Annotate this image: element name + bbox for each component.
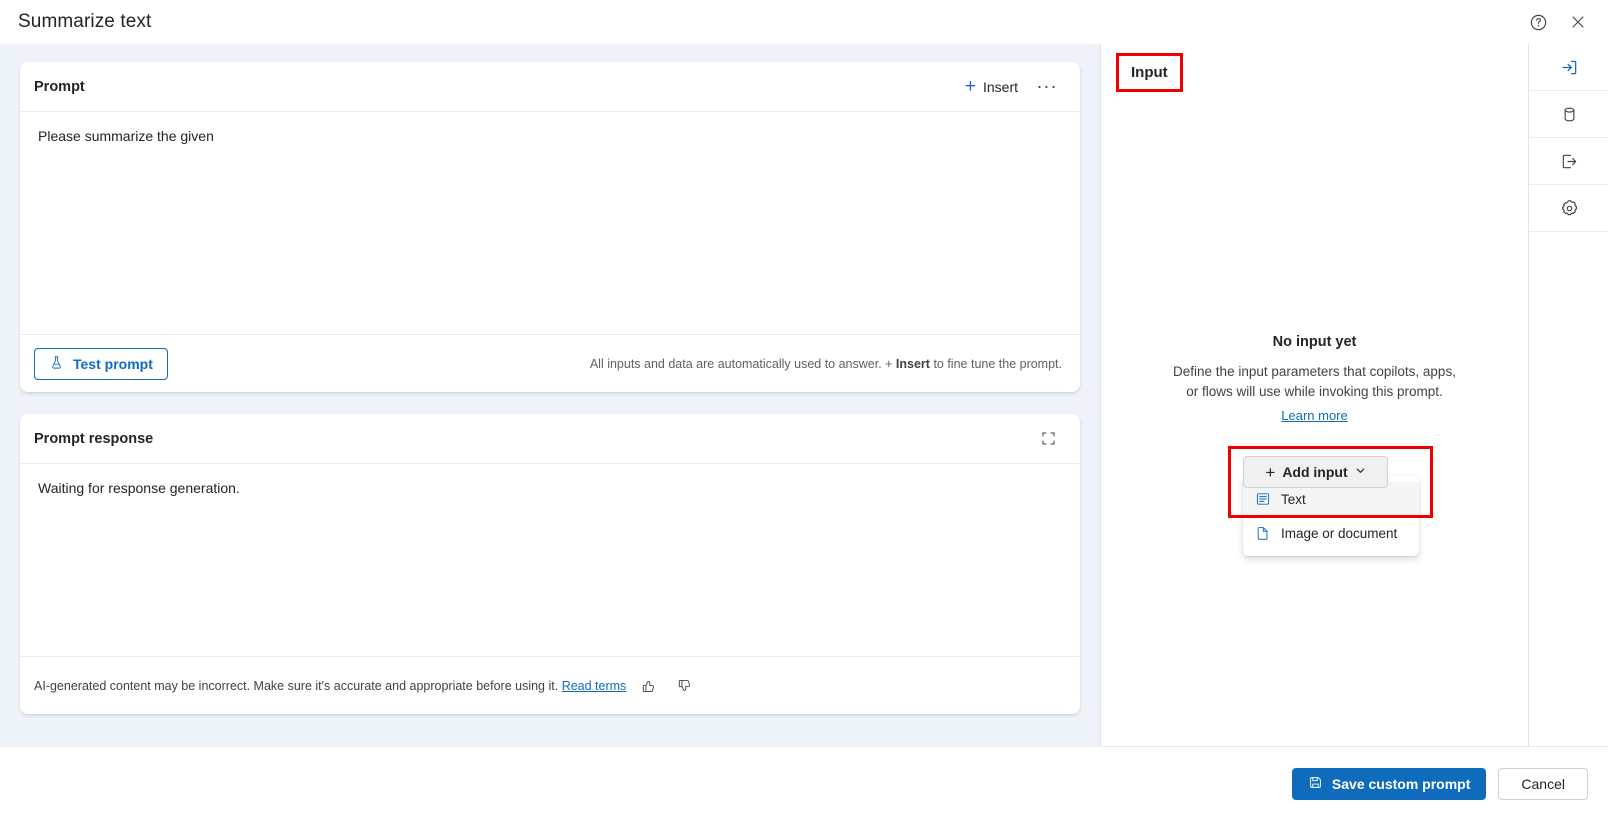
menu-item-image-or-document[interactable]: Image or document: [1243, 516, 1419, 550]
prompt-response-card: Prompt response Waiting for response gen…: [20, 414, 1080, 714]
rail-output-icon[interactable]: [1529, 138, 1608, 185]
cancel-button[interactable]: Cancel: [1498, 767, 1588, 800]
empty-state-description-line1: Define the input parameters that copilot…: [1173, 364, 1456, 379]
response-card-header: Prompt response: [20, 414, 1080, 464]
add-input-button[interactable]: + Add input: [1243, 456, 1388, 488]
prompt-text-area[interactable]: Please summarize the given: [20, 112, 1080, 334]
document-icon: [1255, 525, 1271, 541]
plus-icon: +: [964, 76, 976, 97]
chevron-down-icon: [1355, 465, 1366, 479]
text-lines-icon: [1255, 491, 1271, 507]
input-empty-state: No input yet Define the input parameters…: [1101, 334, 1528, 425]
prompt-hint-suffix: to fine tune the prompt.: [929, 356, 1062, 371]
thumbs-down-icon[interactable]: [672, 673, 698, 699]
response-card-footer: AI-generated content may be incorrect. M…: [20, 656, 1080, 714]
test-prompt-button[interactable]: Test prompt: [34, 347, 168, 380]
response-card-title: Prompt response: [34, 430, 154, 447]
add-input-button-label: Add input: [1282, 464, 1348, 480]
prompt-hint: All inputs and data are automatically us…: [590, 357, 1062, 371]
rail-database-icon[interactable]: [1529, 91, 1608, 138]
plus-icon: +: [1265, 462, 1276, 482]
input-panel-annotation: Input: [1116, 53, 1183, 92]
dialog-body: Prompt + Insert ··· Please summarize the…: [0, 44, 1608, 746]
help-icon[interactable]: [1518, 2, 1558, 42]
prompt-hint-bold: Insert: [895, 356, 930, 371]
input-panel-title: Input: [1131, 64, 1168, 81]
save-icon: [1308, 775, 1323, 793]
flask-icon: [49, 355, 64, 373]
prompt-hint-prefix: All inputs and data are automatically us…: [589, 356, 896, 371]
rail-settings-gear-icon[interactable]: [1529, 185, 1608, 232]
editor-pane: Prompt + Insert ··· Please summarize the…: [0, 44, 1100, 746]
dialog-titlebar: Summarize text: [0, 0, 1608, 44]
expand-icon[interactable]: [1034, 425, 1062, 453]
dialog-summarize-text: Summarize text Prompt + Insert ··· Pleas…: [0, 0, 1608, 820]
menu-item-image-or-document-label: Image or document: [1281, 525, 1398, 541]
prompt-card-title: Prompt: [34, 78, 85, 95]
menu-item-text-label: Text: [1281, 491, 1306, 507]
save-custom-prompt-button[interactable]: Save custom prompt: [1291, 767, 1487, 800]
empty-state-description: Define the input parameters that copilot…: [1101, 362, 1528, 402]
test-prompt-button-label: Test prompt: [73, 355, 153, 372]
prompt-card-footer: Test prompt All inputs and data are auto…: [20, 334, 1080, 392]
read-terms-link[interactable]: Read terms: [562, 679, 627, 693]
prompt-card-header: Prompt + Insert ···: [20, 62, 1080, 112]
more-options-icon[interactable]: ···: [1032, 73, 1062, 101]
ai-disclaimer-text: AI-generated content may be incorrect. M…: [34, 678, 559, 693]
input-pane: Input No input yet Define the input para…: [1101, 44, 1528, 746]
empty-state-description-line2: or flows will use while invoking this pr…: [1186, 384, 1443, 399]
learn-more-link[interactable]: Learn more: [1281, 408, 1347, 423]
dialog-footer: Save custom prompt Cancel: [0, 746, 1608, 820]
save-custom-prompt-label: Save custom prompt: [1331, 775, 1471, 792]
thumbs-up-icon[interactable]: [636, 673, 662, 699]
add-input-menu: Text Image or document: [1243, 476, 1419, 556]
ai-disclaimer: AI-generated content may be incorrect. M…: [34, 679, 626, 693]
right-rail: [1528, 44, 1608, 746]
insert-button[interactable]: + Insert: [957, 72, 1026, 101]
page-title: Summarize text: [18, 11, 152, 32]
close-icon[interactable]: [1558, 2, 1598, 42]
empty-state-title: No input yet: [1272, 334, 1357, 350]
response-text-area: Waiting for response generation.: [38, 480, 240, 496]
rail-input-icon[interactable]: [1529, 44, 1608, 91]
prompt-card: Prompt + Insert ··· Please summarize the…: [20, 62, 1080, 392]
insert-button-label: Insert: [982, 78, 1018, 95]
